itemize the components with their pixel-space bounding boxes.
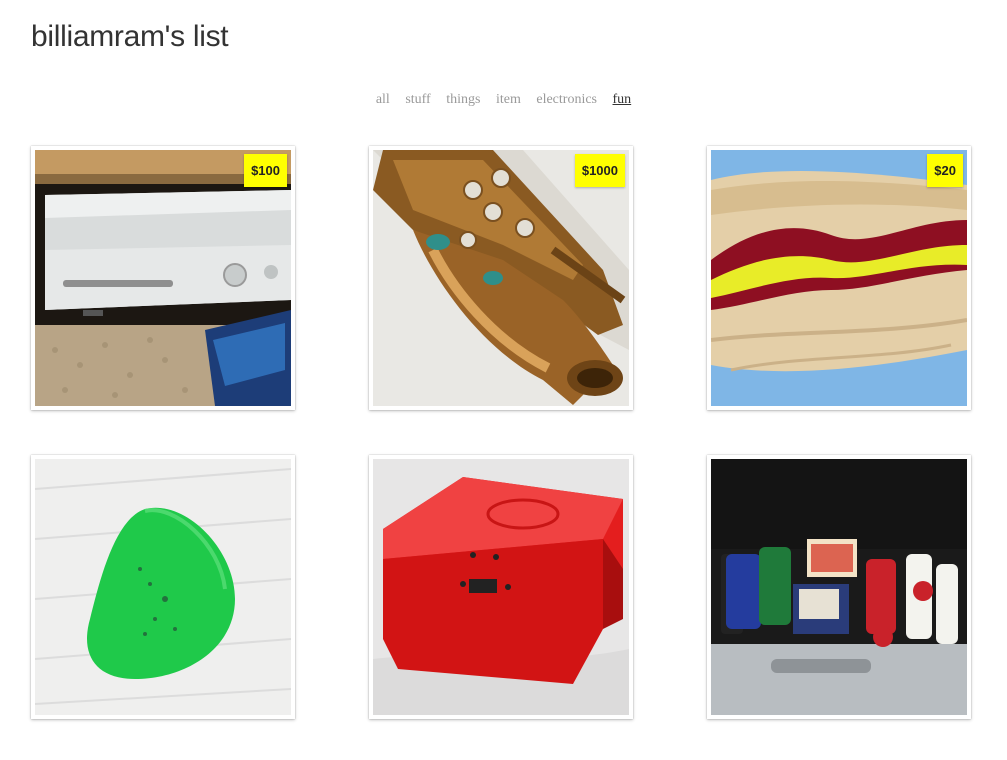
item-card-poker-chip-case[interactable] xyxy=(707,455,971,719)
guitar-pick-photo xyxy=(35,459,291,715)
game-console-photo xyxy=(35,150,291,406)
page-title: billiamram's list xyxy=(31,20,229,53)
item-card-hot-dog-costume[interactable]: $20 xyxy=(707,146,971,410)
item-card-saxophone[interactable]: $1000 xyxy=(369,146,633,410)
item-card-red-lockbox[interactable] xyxy=(369,455,633,719)
hot-dog-costume-photo xyxy=(711,150,967,406)
poker-chip-case-photo xyxy=(711,459,967,715)
item-card-game-console[interactable]: $100 xyxy=(31,146,295,410)
price-tag: $1000 xyxy=(574,154,625,187)
category-filter-nav: all stuff things item electronics fun xyxy=(0,92,1007,108)
filter-fun[interactable]: fun xyxy=(613,92,632,107)
filter-stuff[interactable]: stuff xyxy=(405,92,430,107)
red-lockbox-photo xyxy=(373,459,629,715)
price-tag: $20 xyxy=(927,154,963,187)
filter-item[interactable]: item xyxy=(496,92,521,107)
filter-all[interactable]: all xyxy=(376,92,390,107)
saxophone-photo xyxy=(373,150,629,406)
item-card-guitar-pick[interactable] xyxy=(31,455,295,719)
filter-electronics[interactable]: electronics xyxy=(536,92,597,107)
filter-things[interactable]: things xyxy=(446,92,480,107)
price-tag: $100 xyxy=(244,154,287,187)
